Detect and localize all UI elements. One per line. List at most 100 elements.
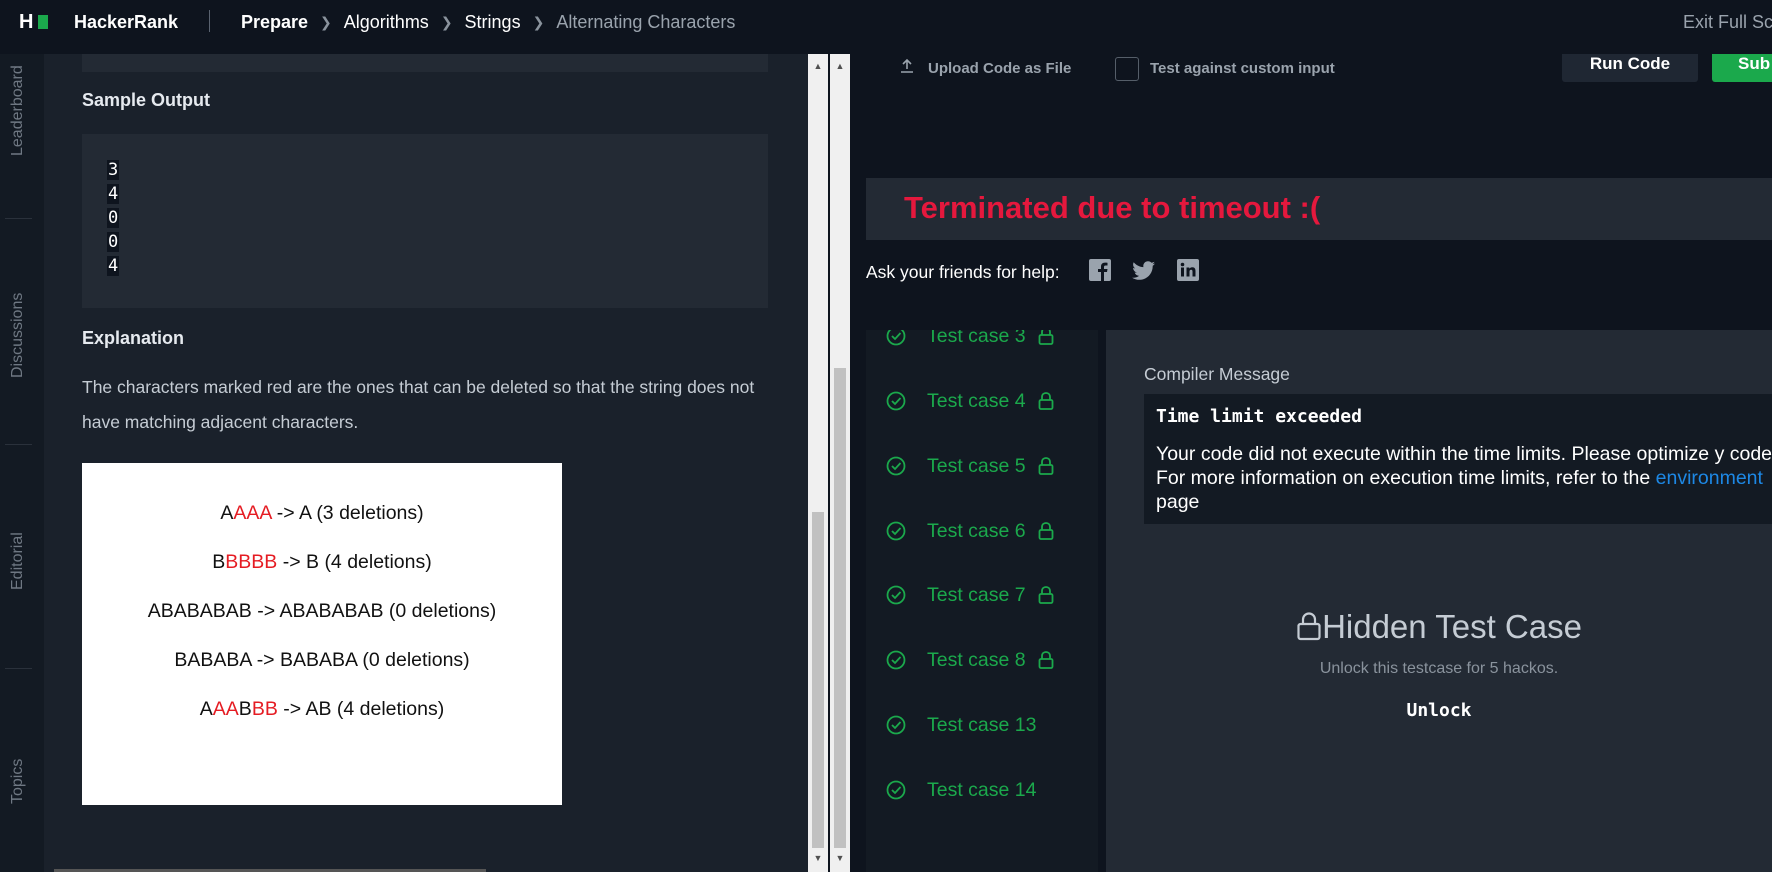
scroll-down-arrow-icon[interactable]: ▼ [834,852,846,864]
facebook-icon[interactable] [1088,258,1112,282]
breadcrumb: Prepare ❯ Algorithms ❯ Strings ❯ Alterna… [241,12,735,33]
list-item[interactable]: Test case 13 [886,711,1037,739]
split-scrollbar[interactable]: ▲ ▼ [830,54,850,872]
test-case-label: Test case 14 [927,778,1037,801]
tab-leaderboard[interactable]: Leaderboard [9,65,27,156]
list-item[interactable]: Test case 5 [886,452,1055,480]
explanation-text: The characters marked red are the ones t… [82,377,755,432]
list-item[interactable]: Test case 7 [886,581,1055,609]
test-case-label: Test case 7 [927,583,1026,606]
image-line: AAABBB -> AB (4 deletions) [199,698,445,720]
sample-input-box [82,54,768,72]
breadcrumb-strings[interactable]: Strings [465,12,521,33]
explanation-heading: Explanation [82,328,185,348]
scroll-down-arrow-icon[interactable]: ▼ [812,852,824,864]
upload-code-button[interactable]: Upload Code as File [900,58,1071,79]
lock-icon [1038,522,1054,540]
upload-label: Upload Code as File [928,60,1072,77]
list-item[interactable]: Test case 8 [886,646,1055,674]
lock-icon [1038,651,1054,669]
sample-output-heading: Sample Output [82,90,211,110]
upload-icon [900,58,920,79]
check-circle-icon [886,650,906,670]
unlock-button[interactable]: Unlock [1106,700,1772,721]
nav-divider [5,668,32,669]
test-case-label: Test case 6 [927,519,1026,542]
tle-message: Your code did not execute within the tim… [1156,443,1772,513]
nav-divider [5,218,32,219]
editor-results-panel: Upload Code as File Test against custom … [852,54,1772,872]
breadcrumb-algorithms[interactable]: Algorithms [344,12,429,33]
check-circle-icon [886,391,906,411]
lock-icon [1297,612,1321,641]
test-case-label: Test case 3 [927,330,1026,347]
sample-output-box: 3 4 0 0 4 [82,134,768,308]
custom-input-label[interactable]: Test against custom input [1150,60,1335,77]
chevron-right-icon: ❯ [532,14,545,30]
lock-icon [1038,586,1054,604]
nav-divider [5,444,32,445]
tle-title: Time limit exceeded [1156,406,1362,427]
hackerrank-logo[interactable]: H [19,12,48,32]
left-side-nav: Leaderboard Discussions Editorial Topics [0,54,44,872]
scroll-up-arrow-icon[interactable]: ▲ [834,60,846,72]
hidden-test-case-subtitle: Unlock this testcase for 5 hackos. [1319,660,1559,677]
list-item[interactable]: Test case 14 [886,776,1037,804]
check-circle-icon [886,456,906,476]
output-line: 0 [107,232,120,252]
scrollbar-thumb[interactable] [834,368,846,848]
hidden-test-case-title: Hidden Test Case [1106,608,1772,646]
lock-icon [1038,330,1054,345]
output-line: 3 [107,160,120,180]
image-line: BBBBB -> B (4 deletions) [212,551,432,573]
output-line: 4 [107,184,120,204]
compiler-message-heading: Compiler Message [1144,364,1290,384]
image-line: AAAA -> A (3 deletions) [220,502,424,524]
problem-scrollbar[interactable]: ▲ ▼ [808,54,828,872]
list-item[interactable]: Test case 4 [886,387,1055,415]
problem-panel[interactable]: Sample Output 3 4 0 0 4 Explanation The … [44,54,808,872]
list-item[interactable]: Test case 3 [886,330,1055,350]
compiler-message-box: Time limit exceeded Your code did not ex… [1144,394,1772,524]
lock-icon [1038,392,1054,410]
check-circle-icon [886,585,906,605]
chevron-right-icon: ❯ [320,14,332,30]
test-case-label: Test case 8 [927,648,1026,671]
check-circle-icon [886,330,906,346]
output-line: 0 [107,208,120,228]
scrollbar-thumb[interactable] [812,512,824,848]
twitter-icon[interactable] [1132,258,1156,282]
scroll-up-arrow-icon[interactable]: ▲ [812,60,824,72]
image-line: BABABA -> BABABA (0 deletions) [174,649,470,671]
tab-discussions[interactable]: Discussions [9,293,27,378]
tab-topics[interactable]: Topics [9,759,27,804]
lock-icon [1038,457,1054,475]
top-bar: H HackerRank Prepare ❯ Algorithms ❯ Stri… [0,0,1772,54]
check-circle-icon [886,780,906,800]
submit-button[interactable]: Sub [1712,54,1772,82]
run-code-button[interactable]: Run Code [1562,54,1698,82]
check-circle-icon [886,521,906,541]
custom-input-checkbox[interactable] [1115,57,1139,81]
exit-fullscreen-link[interactable]: Exit Full Scr [1683,12,1772,33]
ask-friends-label: Ask your friends for help: [866,262,1060,282]
check-circle-icon [886,715,906,735]
divider [209,10,210,32]
tab-editorial[interactable]: Editorial [9,532,27,590]
chevron-right-icon: ❯ [440,14,453,30]
image-line: ABABABAB -> ABABABAB (0 deletions) [147,600,497,622]
app-root: H HackerRank Prepare ❯ Algorithms ❯ Stri… [0,0,1772,872]
test-case-label: Test case 13 [927,713,1037,736]
brand-name[interactable]: HackerRank [74,12,178,33]
environment-link[interactable]: environment [1656,467,1763,489]
output-line: 4 [107,256,120,276]
test-case-label: Test case 5 [927,454,1026,477]
test-case-list[interactable]: Test case 3 Test case 4 Test case 5 Test… [866,330,1098,872]
breadcrumb-prepare[interactable]: Prepare [241,12,308,33]
result-status: Terminated due to timeout :( [904,190,1321,225]
breadcrumb-current: Alternating Characters [556,12,736,32]
list-item[interactable]: Test case 6 [886,517,1055,545]
explanation-image: AAAA -> A (3 deletions) BBBBB -> B (4 de… [82,463,562,805]
linkedin-icon[interactable] [1176,258,1200,282]
test-case-label: Test case 4 [927,389,1026,412]
